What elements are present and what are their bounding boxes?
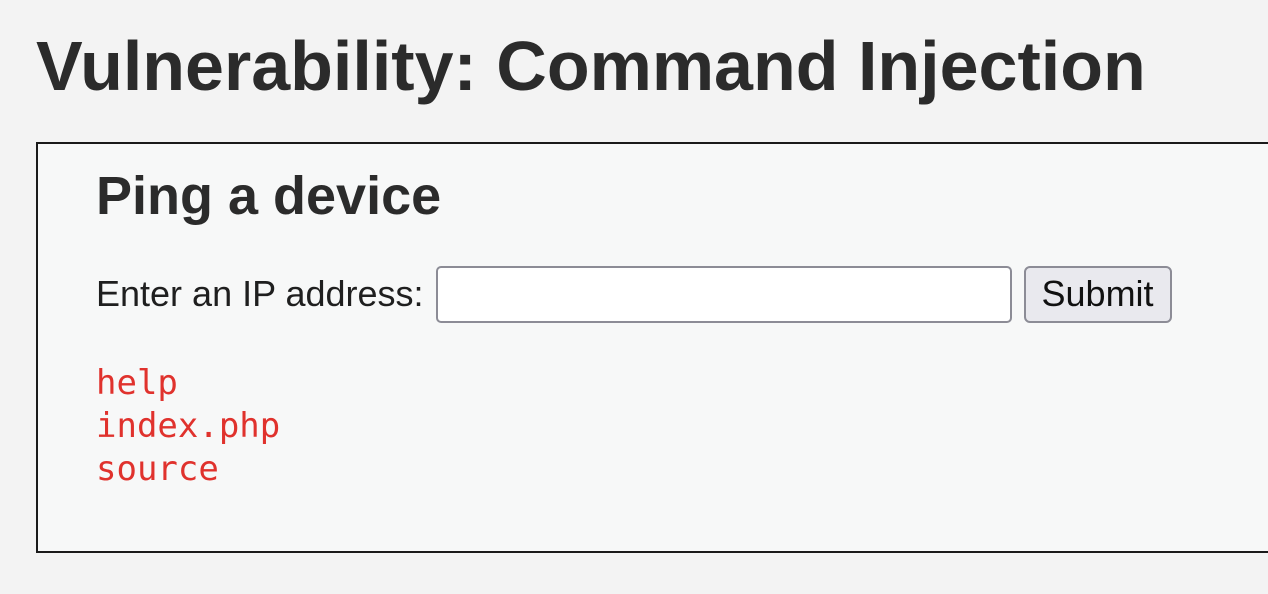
ping-form: Enter an IP address: Submit: [96, 265, 1172, 323]
output-line: source: [96, 449, 219, 489]
vulnerable-code-area: Ping a device Enter an IP address: Submi…: [36, 142, 1268, 553]
page-title: Vulnerability: Command Injection: [36, 27, 1146, 105]
command-output: help index.php source: [96, 362, 280, 491]
section-title: Ping a device: [96, 166, 442, 226]
submit-button[interactable]: Submit: [1023, 265, 1172, 323]
ip-address-label: Enter an IP address:: [96, 273, 424, 314]
output-line: index.php: [96, 406, 281, 446]
ip-address-input[interactable]: [435, 265, 1012, 323]
output-line: help: [96, 363, 178, 403]
